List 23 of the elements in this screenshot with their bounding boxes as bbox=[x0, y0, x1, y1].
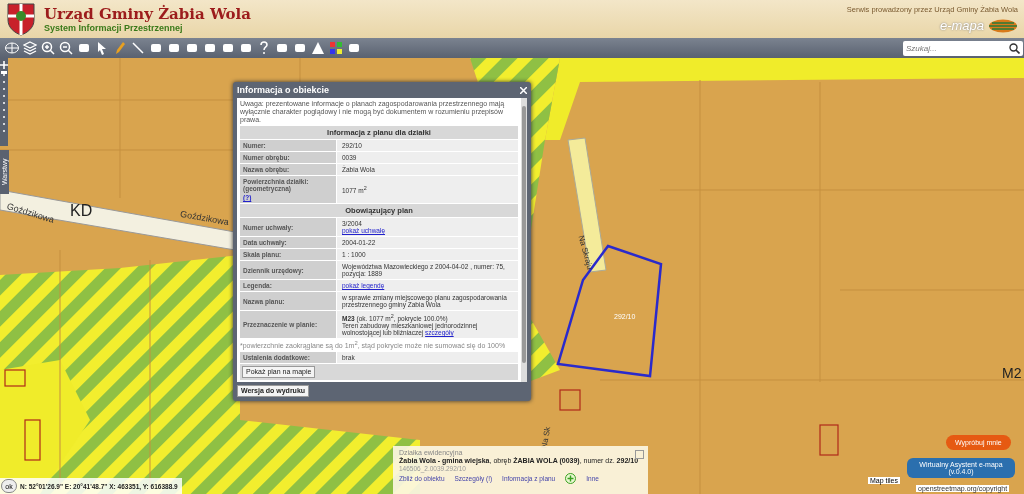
search-field[interactable]: Szukaj... bbox=[903, 40, 1023, 56]
brand-logo: e-mapa bbox=[939, 18, 984, 33]
close-icon[interactable] bbox=[520, 86, 527, 94]
line-icon[interactable] bbox=[130, 40, 145, 56]
map-label: Goździkowa bbox=[179, 208, 230, 228]
coat-of-arms-icon bbox=[6, 2, 36, 36]
site-title: Urząd Gminy Żabia Wola bbox=[44, 5, 251, 23]
zoom-out-icon[interactable] bbox=[58, 40, 73, 56]
zoom-in-icon[interactable] bbox=[0, 61, 8, 69]
globe-icon[interactable] bbox=[4, 40, 19, 56]
globe-logo-icon bbox=[988, 18, 1018, 33]
map-label: KD bbox=[70, 202, 93, 220]
zoom-in-icon[interactable] bbox=[40, 40, 55, 56]
triangle-icon[interactable] bbox=[310, 40, 325, 56]
map-label: Na Skraju bbox=[576, 234, 595, 271]
layers-icon[interactable] bbox=[22, 40, 37, 56]
site-subtitle: System Informacji Przestrzennej bbox=[44, 23, 184, 33]
zoom-thumb[interactable] bbox=[1, 70, 7, 74]
map-label: Na Sk bbox=[539, 426, 553, 449]
map-label: M2 bbox=[1002, 365, 1022, 381]
dialog-title: Informacja o obiekcie bbox=[237, 85, 330, 95]
palette-icon[interactable] bbox=[328, 40, 343, 56]
plus-icon[interactable] bbox=[565, 473, 577, 484]
